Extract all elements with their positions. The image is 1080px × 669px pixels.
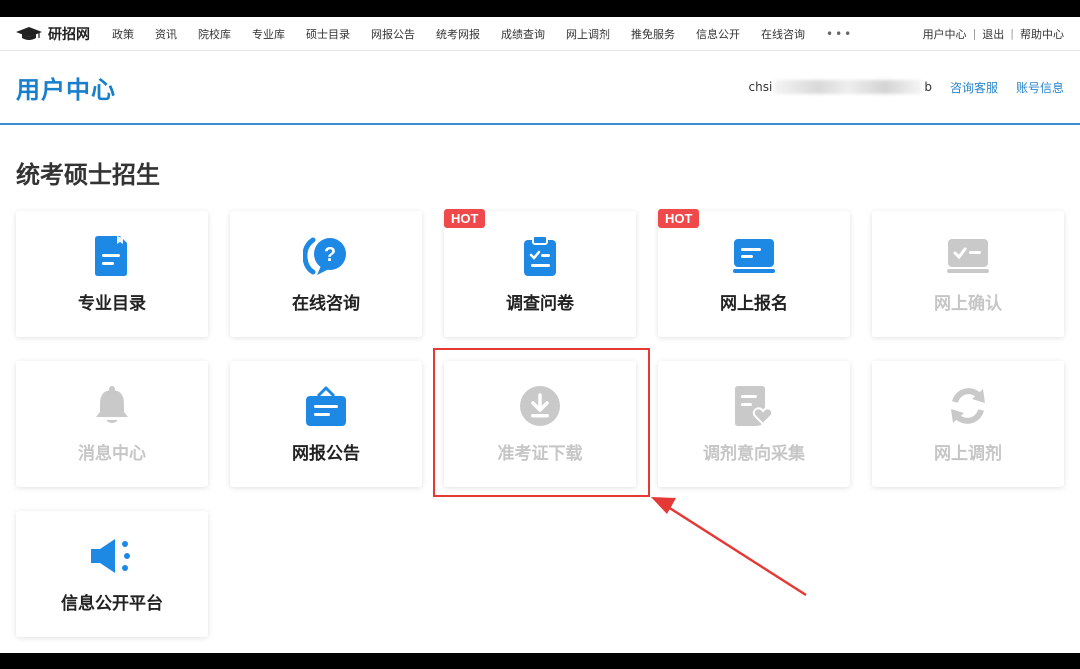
browser-page: 研招网 政策 资讯 院校库 专业库 硕士目录 网报公告 统考网报 成绩查询 网上… <box>0 17 1080 653</box>
annotation-arrow-icon <box>651 497 807 597</box>
